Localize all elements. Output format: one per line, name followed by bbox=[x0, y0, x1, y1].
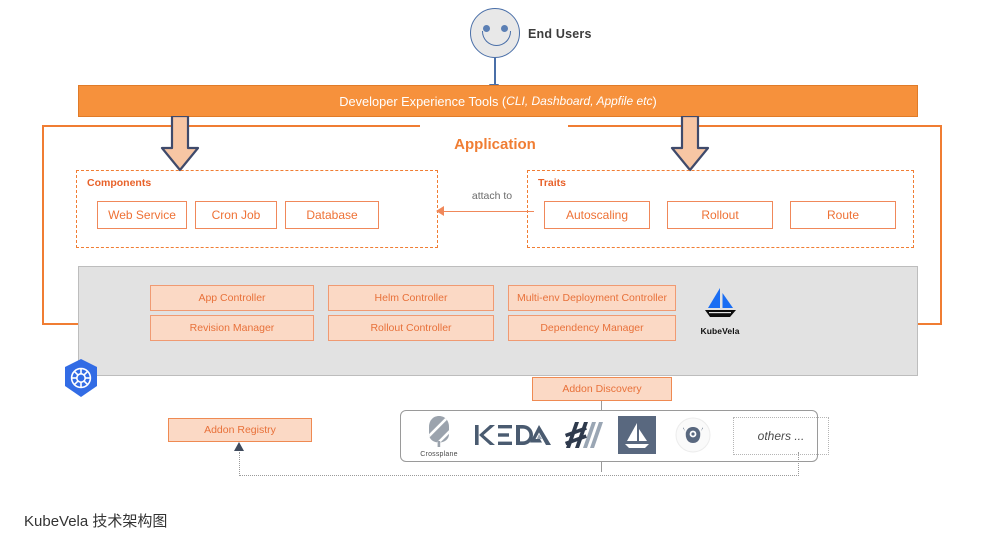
trait-chip-route[interactable]: Route bbox=[790, 201, 896, 229]
control-plane-band: App Controller Helm Controller Multi-env… bbox=[78, 266, 918, 376]
page-caption: KubeVela 技术架构图 bbox=[24, 513, 168, 530]
dx-tools-italic-text: CLI, Dashboard, Appfile etc bbox=[506, 94, 653, 108]
addon-registry-arrow-head bbox=[234, 442, 244, 451]
flagger-logo bbox=[556, 412, 610, 460]
controller-multi-env-deployment-controller[interactable]: Multi-env Deployment Controller bbox=[508, 285, 676, 311]
others-box: others ... bbox=[733, 417, 829, 455]
component-chip-database[interactable]: Database bbox=[285, 201, 379, 229]
controller-revision-manager[interactable]: Revision Manager bbox=[150, 315, 314, 341]
attach-to-label: attach to bbox=[471, 190, 513, 202]
end-users-label: End Users bbox=[528, 27, 592, 41]
flux-owl-icon bbox=[675, 417, 711, 453]
addon-registry-path-vertical bbox=[239, 452, 240, 476]
components-group: Components Web Service Cron Job Database bbox=[76, 170, 438, 248]
addon-registry-path-right bbox=[798, 452, 799, 476]
smiley-face-icon bbox=[470, 8, 520, 58]
components-caption: Components bbox=[87, 177, 152, 189]
component-chip-cron-job[interactable]: Cron Job bbox=[195, 201, 277, 229]
controller-helm-controller[interactable]: Helm Controller bbox=[328, 285, 494, 311]
controller-dependency-manager[interactable]: Dependency Manager bbox=[508, 315, 676, 341]
flagger-icon bbox=[564, 422, 603, 448]
dx-tools-main-text: Developer Experience Tools ( bbox=[339, 93, 507, 109]
keda-icon bbox=[475, 425, 551, 445]
crossplane-logo: Crossplane bbox=[408, 412, 470, 460]
developer-experience-tools-bar: Developer Experience Tools (CLI, Dashboa… bbox=[78, 85, 918, 117]
addon-bracket-stub bbox=[601, 462, 603, 472]
attach-to-line bbox=[442, 211, 534, 213]
keda-logo bbox=[470, 412, 556, 460]
controller-rollout-controller[interactable]: Rollout Controller bbox=[328, 315, 494, 341]
helm-boat-icon bbox=[618, 416, 656, 454]
attach-to-arrow-head bbox=[436, 206, 444, 216]
end-users-connector bbox=[494, 58, 496, 86]
crossplane-caption: Crossplane bbox=[420, 450, 458, 458]
traits-group: Traits Autoscaling Rollout Route bbox=[527, 170, 914, 248]
kubevela-logo: KubeVela bbox=[696, 286, 744, 336]
components-down-arrow-icon bbox=[158, 116, 202, 172]
application-frame-top-right bbox=[568, 125, 942, 127]
addon-discovery-box[interactable]: Addon Discovery bbox=[532, 377, 672, 401]
traits-down-arrow-icon bbox=[668, 116, 712, 172]
flux-owl-logo bbox=[666, 412, 720, 460]
application-title: Application bbox=[454, 136, 536, 153]
crossplane-icon bbox=[429, 415, 449, 447]
addon-registry-box[interactable]: Addon Registry bbox=[168, 418, 312, 442]
application-frame-top-left bbox=[42, 125, 420, 127]
trait-chip-rollout[interactable]: Rollout bbox=[667, 201, 773, 229]
addon-registry-path-horizontal bbox=[239, 475, 799, 476]
kubernetes-icon bbox=[61, 358, 101, 398]
helm-boat-logo bbox=[610, 412, 664, 460]
trait-chip-autoscaling[interactable]: Autoscaling bbox=[544, 201, 650, 229]
traits-caption: Traits bbox=[538, 177, 567, 189]
component-chip-web-service[interactable]: Web Service bbox=[97, 201, 187, 229]
controller-app-controller[interactable]: App Controller bbox=[150, 285, 314, 311]
architecture-diagram: End Users Developer Experience Tools (CL… bbox=[0, 0, 986, 554]
kubevela-label: KubeVela bbox=[700, 326, 740, 336]
dx-tools-close-paren: ) bbox=[652, 93, 657, 109]
kubevela-sailboat-icon bbox=[705, 288, 736, 317]
